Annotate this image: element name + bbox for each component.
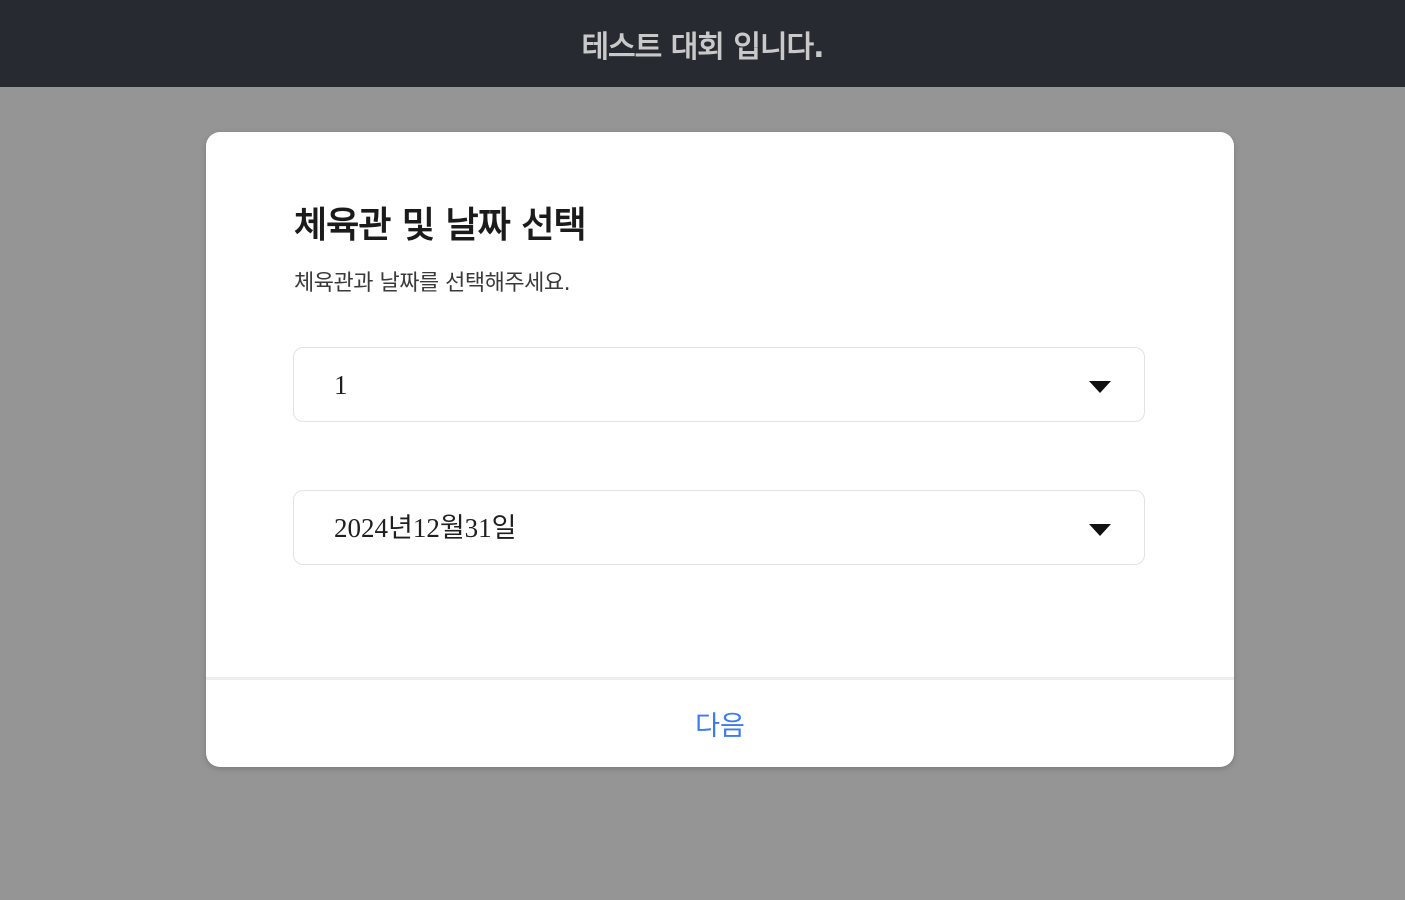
date-select[interactable]: 2024년12월31일 (293, 490, 1145, 565)
page-title: 테스트 대회 입니다. (581, 29, 824, 65)
top-bar: 테스트 대회 입니다. (0, 0, 1405, 87)
modal-subtitle: 체육관과 날짜를 선택해주세요. (294, 271, 571, 296)
gym-select[interactable]: 1 (293, 347, 1145, 422)
caret-down-icon (1089, 524, 1111, 536)
caret-down-icon (1089, 381, 1111, 393)
next-button[interactable]: 다음 (206, 680, 1234, 767)
modal-title: 체육관 및 날짜 선택 (294, 205, 587, 246)
date-select-value: 2024년12월31일 (334, 513, 517, 543)
gym-select-value: 1 (334, 370, 348, 400)
selection-modal: 체육관 및 날짜 선택 체육관과 날짜를 선택해주세요. 1 2024년12월3… (206, 132, 1234, 767)
